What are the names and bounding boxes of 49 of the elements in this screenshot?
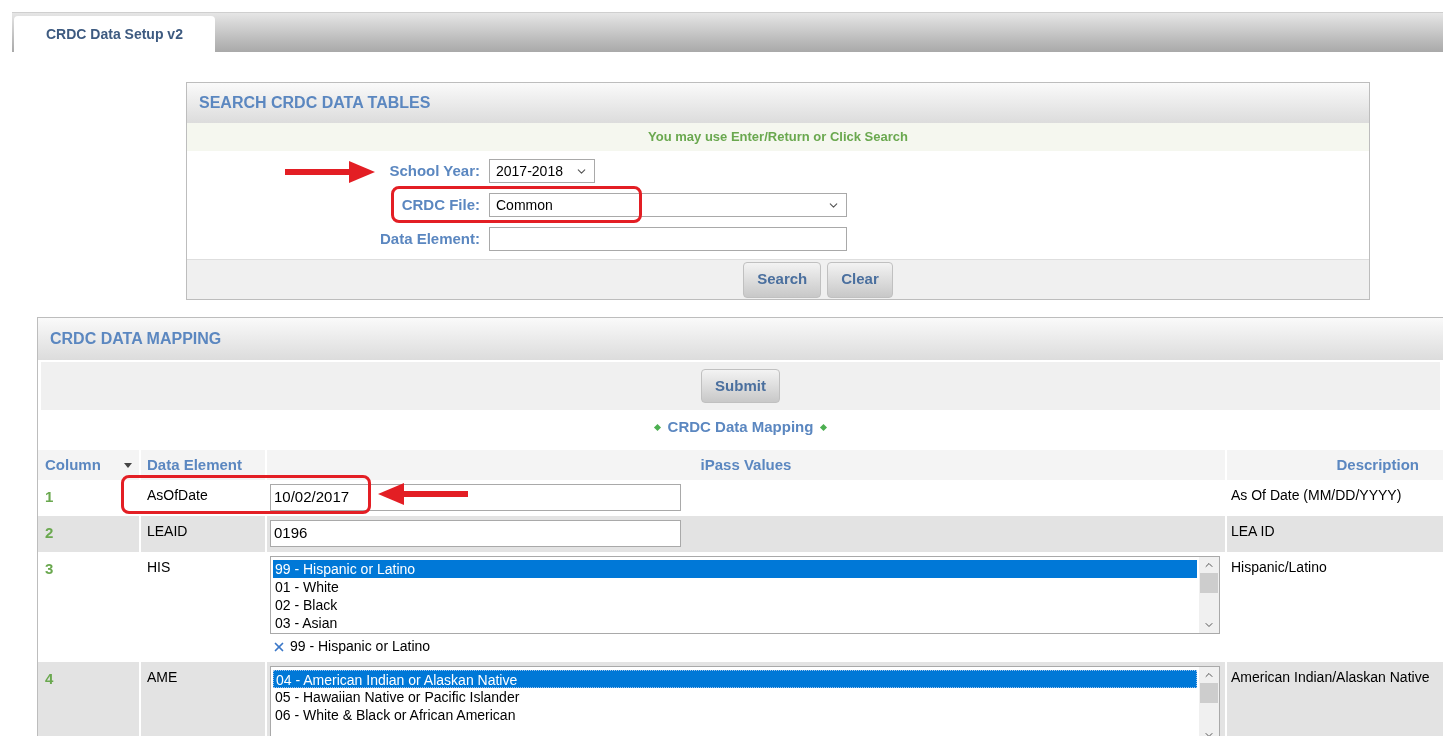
select-field[interactable]: 2017-2018 <box>489 159 595 183</box>
scrollbar-thumb[interactable] <box>1200 573 1218 593</box>
list-option[interactable]: 02 - Black <box>273 596 1197 614</box>
arrow-icon <box>378 483 468 505</box>
list-option[interactable]: 99 - Hispanic or Latino <box>273 560 1197 578</box>
column-header: Column <box>45 454 101 475</box>
listbox[interactable]: 04 - American Indian or Alaskan Native 05 - Hawaiian Native or Pacific Islander 06 - White & Black or African American <box>270 666 1220 736</box>
list-option[interactable]: 06 - White & Black or African American <box>273 706 1197 724</box>
table-cell: LEAID <box>147 523 188 539</box>
list-option[interactable]: 03 - Asian <box>273 614 1197 632</box>
select-field[interactable]: Common <box>489 193 847 217</box>
list-option[interactable]: 01 - White <box>273 578 1197 596</box>
list-option[interactable]: 05 - Hawaiian Native or Pacific Islander <box>273 688 1197 706</box>
arrow-icon <box>285 161 375 183</box>
row-number: 2 <box>45 524 54 541</box>
scrollbar-thumb[interactable] <box>1200 683 1218 703</box>
action-button[interactable]: Search <box>743 261 822 298</box>
listbox[interactable]: 99 - Hispanic or Latino 01 - White 02 - Black 03 - Asian <box>270 556 1220 634</box>
hint-text: You may use Enter/Return or Click Search <box>648 128 908 147</box>
section-title: CRDC Data Mapping <box>667 416 814 437</box>
table-cell: HIS <box>147 559 171 575</box>
field-label: Data Element: <box>379 230 480 247</box>
sort-caret-icon[interactable] <box>124 462 132 468</box>
scrollbar[interactable] <box>1199 667 1219 736</box>
description-text: American Indian/Alaskan Native <box>1231 669 1430 685</box>
action-button[interactable]: Clear <box>827 261 893 298</box>
column-header: Description <box>1336 454 1419 475</box>
description-text: LEA ID <box>1231 523 1275 539</box>
tab[interactable]: CRDC Data Setup v2 <box>14 16 215 52</box>
table-cell: AsOfDate <box>147 487 208 503</box>
scrollbar[interactable] <box>1199 557 1219 633</box>
row-number: 4 <box>45 670 54 687</box>
description-text: Hispanic/Latino <box>1231 559 1327 575</box>
input-field[interactable]: 10/02/2017 <box>270 484 681 511</box>
row-number: 3 <box>45 560 54 577</box>
panel-title: CRDC DATA MAPPING <box>50 329 222 349</box>
column-header: iPass Values <box>700 454 792 475</box>
panel-title: SEARCH CRDC DATA TABLES <box>199 93 431 113</box>
input-field[interactable] <box>489 227 847 251</box>
row-number: 1 <box>45 488 54 505</box>
field-label: School Year: <box>389 162 480 179</box>
description-text: As Of Date (MM/DD/YYYY) <box>1231 487 1402 503</box>
column-header: Data Element <box>147 454 243 475</box>
input-field[interactable]: 0196 <box>270 520 681 547</box>
submit-button[interactable]: Submit <box>701 369 780 403</box>
table-cell: AME <box>147 669 178 685</box>
field-label: CRDC File: <box>401 196 480 213</box>
chosen-value: 99 - Hispanic or Latino <box>290 637 431 656</box>
list-option[interactable]: 04 - American Indian or Alaskan Native <box>273 670 1197 688</box>
